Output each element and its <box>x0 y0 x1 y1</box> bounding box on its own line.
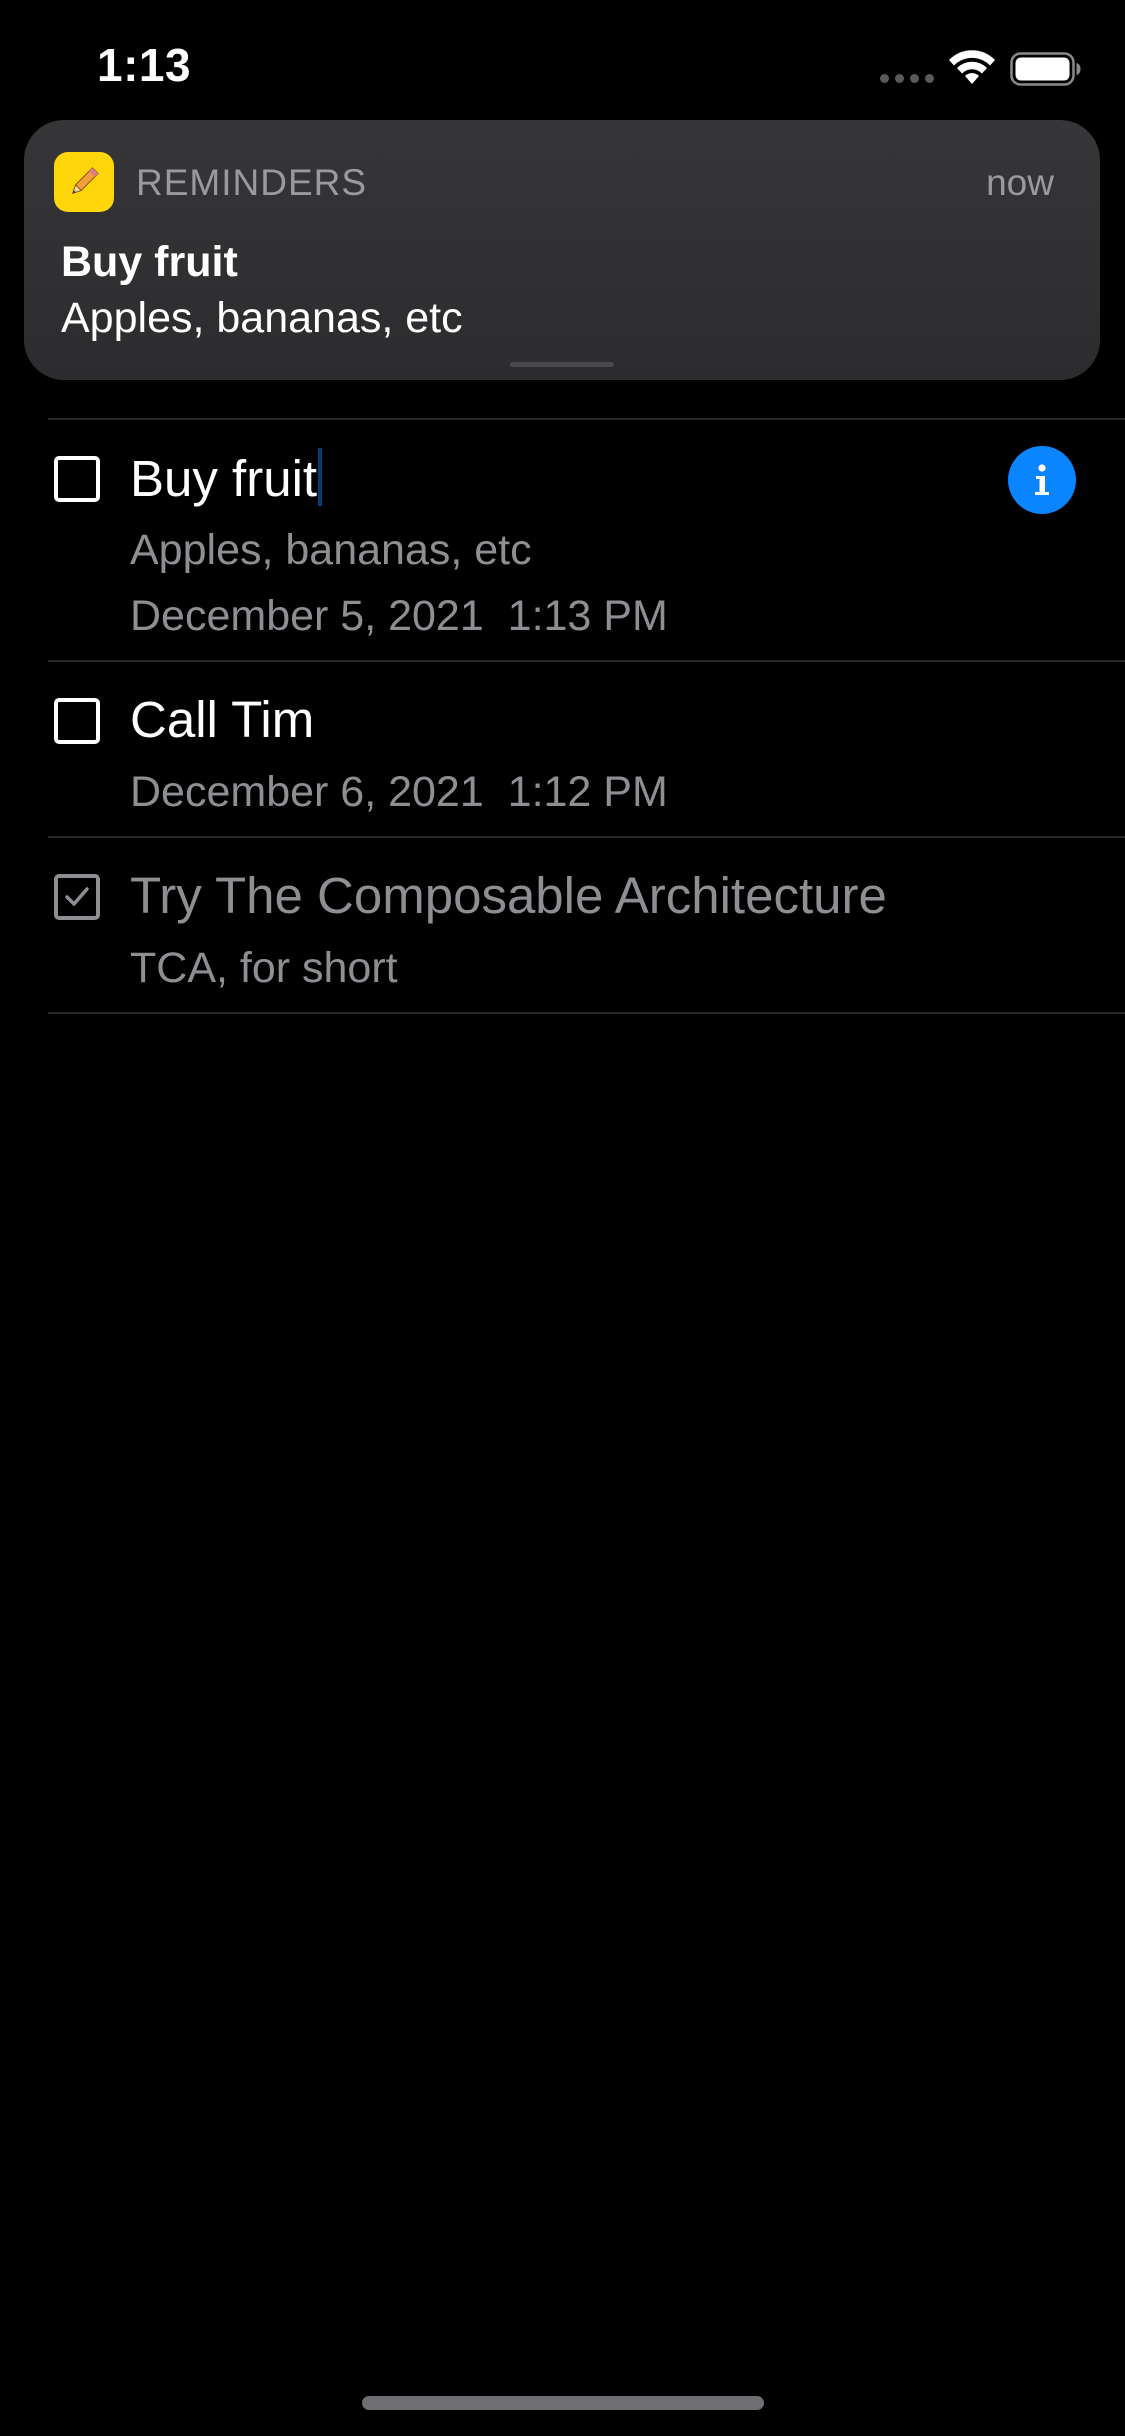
notification-body: Apples, bananas, etc <box>61 294 463 342</box>
reminder-title[interactable]: Try The Composable Architecture <box>130 866 887 925</box>
wifi-icon <box>949 50 995 84</box>
reminder-due-date[interactable]: December 5, 2021 1:13 PM <box>130 592 668 641</box>
reminder-notes[interactable]: Apples, bananas, etc <box>130 526 532 575</box>
reminder-due-date[interactable]: December 6, 2021 1:12 PM <box>130 768 668 817</box>
notification-app-name: REMINDERS <box>136 162 368 203</box>
reminder-title[interactable]: Call Tim <box>130 690 314 749</box>
checkbox-unchecked[interactable] <box>54 698 100 744</box>
reminder-title[interactable]: Buy fruit <box>130 450 317 507</box>
row-separator <box>48 1012 1125 1014</box>
reminder-title-field[interactable]: Buy fruit <box>130 448 323 508</box>
battery-full-icon <box>1010 52 1081 86</box>
text-cursor <box>318 448 323 506</box>
notification-banner[interactable]: REMINDERS now Buy fruit Apples, bananas,… <box>24 120 1100 380</box>
reminder-row[interactable]: Buy fruit Apples, bananas, etc December … <box>0 420 1125 660</box>
status-time: 1:13 <box>97 39 192 91</box>
status-bar: 1:13 <box>0 0 1125 130</box>
home-indicator[interactable] <box>362 2396 764 2410</box>
checkbox-unchecked[interactable] <box>54 456 100 502</box>
info-icon[interactable] <box>1008 446 1076 514</box>
checkbox-checked[interactable] <box>54 874 100 920</box>
pencil-icon <box>54 152 114 212</box>
reminder-row[interactable]: Try The Composable Architecture TCA, for… <box>0 838 1125 1012</box>
reminder-row[interactable]: Call Tim December 6, 2021 1:12 PM <box>0 662 1125 836</box>
cellular-dots-icon <box>880 74 934 83</box>
notification-title: Buy fruit <box>61 238 238 286</box>
notification-grabber[interactable] <box>510 362 614 367</box>
checkmark-icon <box>65 887 89 906</box>
notification-time: now <box>986 162 1054 203</box>
reminder-notes[interactable]: TCA, for short <box>130 944 398 993</box>
